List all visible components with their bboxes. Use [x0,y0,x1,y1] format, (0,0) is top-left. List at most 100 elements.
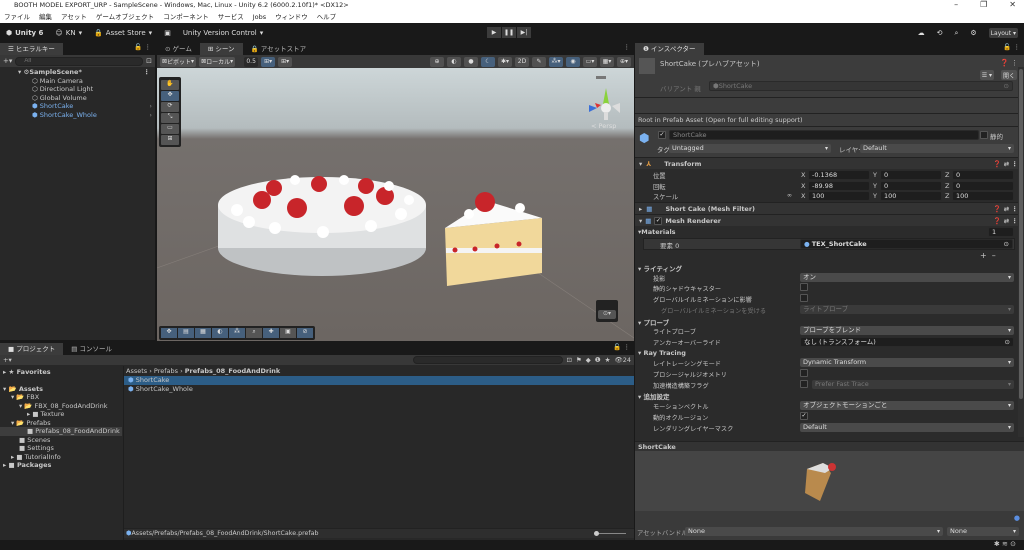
zoom-slider[interactable] [594,531,626,536]
property-dropdown[interactable]: プローブをブレンド [800,326,1014,336]
lighting-toggle[interactable]: ✎ [532,56,546,67]
menu-item[interactable]: コンポーネント [163,11,209,23]
search-filter-icon[interactable]: ⊡ [146,57,152,65]
pause-button[interactable]: ❚❚ [502,27,516,38]
rot-x-field[interactable]: -89.98 [808,180,870,191]
label-icon[interactable]: ⚑ [576,356,582,364]
tab-hierarchy[interactable]: ☰ ヒエラルキー [0,43,63,55]
overrides-dropdown[interactable]: ☰ ▾ [979,70,994,80]
search-by-type-icon[interactable]: ⊡ [567,356,572,364]
breadcrumb-prefabs[interactable]: Prefabs [154,367,178,375]
inspector-scrollbar[interactable] [1018,67,1024,437]
snap-icon[interactable]: ▦ [195,328,211,338]
rot-z-field[interactable]: 0 [952,180,1014,191]
orientation-dropdown[interactable]: ⊕▾ [617,56,631,67]
mesh-filter-header[interactable]: ▸ ▦ Short Cake (Mesh Filter) ❓ ⇄ ⋮ [635,202,1024,214]
account-button[interactable]: ☺ KN ▾ [49,29,88,37]
section-foldout[interactable]: ▾ ライティング [638,263,682,273]
close-button[interactable]: ✕ [1009,0,1016,9]
move-icon[interactable]: ✥ [161,328,177,338]
label-icon[interactable]: ● [1014,514,1020,522]
camera-icon[interactable]: ▣ [280,328,296,338]
folder-item[interactable]: ■ Prefabs_08_FoodAndDrink [0,427,122,436]
render-mode-icon[interactable]: ☾ [481,56,495,67]
property-dropdown[interactable]: Default [800,422,1014,432]
grid-snap-button[interactable]: ⊞▾ [261,56,276,67]
add-button[interactable]: +▾ [3,57,12,65]
center-icon[interactable]: ✚ [263,328,279,338]
tab-game[interactable]: ⊙ ゲーム [157,43,200,55]
materials-count[interactable]: 1 [988,227,1014,237]
search-icon[interactable]: ⌕ [954,29,958,38]
active-checkbox[interactable]: ✓ [658,131,666,139]
section-foldout[interactable]: ▾ プローブ [638,317,669,327]
hierarchy-item[interactable]: ⬡ Directional Light [0,85,155,94]
pos-z-field[interactable]: 0 [952,170,1014,180]
folder-item[interactable]: ■ Settings [0,444,122,453]
rot-y-field[interactable]: 0 [880,180,942,191]
tag-dropdown[interactable]: Untagged [669,144,831,153]
file-item[interactable]: ⬢ ShortCake [124,376,634,385]
property-checkbox[interactable] [800,283,808,292]
camera-overlay[interactable]: ⊙▾ [596,300,618,322]
pos-x-field[interactable]: -0.1368 [808,170,870,180]
status-check-icon[interactable]: ⊙ [1010,540,1016,548]
layout-dropdown[interactable]: Layout ▾ [988,28,1018,38]
scene-item[interactable]: ▾ ⚙ SampleScene* ⋮ [0,68,155,77]
hierarchy-item[interactable]: ⬢ ShortCake › [0,102,155,111]
folder-item[interactable]: ■ Scenes [0,436,122,445]
breadcrumb-assets[interactable]: Assets [126,367,147,375]
hierarchy-search-input[interactable] [15,56,144,66]
menu-item[interactable]: ファイル [4,11,30,23]
property-checkbox[interactable] [800,379,808,388]
rotate-icon[interactable]: ◐ [212,328,228,338]
effects-dropdown[interactable]: ⁂▾ [549,56,563,67]
visibility-toggle[interactable]: ◉ [566,56,580,67]
rotate-tool-icon[interactable]: ⟳ [161,102,179,112]
static-checkbox[interactable] [980,131,988,139]
shaded-wire-icon[interactable]: ◐ [447,56,461,67]
minimize-button[interactable]: – [954,0,958,9]
compass-icon[interactable]: ⊘ [297,328,313,338]
tab-project[interactable]: ■ プロジェクト [0,343,64,355]
tag-icon[interactable]: ◆ [586,356,591,364]
scene-viewport[interactable]: < Persp ✋ ✥ ⟳ ⤡ ▭ ⊞ ⊙▾ ✥ ▤ ▦ ◐ ⁂ ⌕ ✚ ▣ ⊘ [157,68,634,341]
2d-toggle[interactable]: 2D [515,56,529,67]
file-item[interactable]: ⬢ ShortCake_Whole [124,385,634,394]
folder-item[interactable]: ▾ 📂 FBX [0,393,122,402]
pos-y-field[interactable]: 0 [880,170,942,180]
history-icon[interactable]: ⟲ [937,29,943,37]
scale-z-field[interactable]: 100 [952,191,1014,201]
mesh-renderer-header[interactable]: ▾ ▦ ✓ Mesh Renderer ❓ ⇄ ⋮ [635,214,1024,226]
snap-value[interactable]: 0.5 [244,56,259,67]
create-button[interactable]: +▾ [3,356,12,364]
pivot-dropdown[interactable]: ⊠ ピボット ▾ [160,56,197,67]
menu-item[interactable]: ゲームオブジェクト [96,11,154,23]
menu-item[interactable]: サービス [218,11,244,23]
help-icon[interactable]: ❓ ⋮ [1000,59,1018,67]
local-dropdown[interactable]: ⊠ ローカル ▾ [199,56,236,67]
layers-icon[interactable]: ⁂ [229,328,245,338]
property-checkbox[interactable] [800,369,808,377]
accel-flag-dropdown[interactable]: Prefer Fast Trace [812,379,1014,389]
scale-x-field[interactable]: 100 [808,191,870,201]
tab-inspector[interactable]: ❶ インスペクター [635,43,704,55]
folder-item[interactable]: ▾ 📂 Assets [0,385,122,394]
asset-store-button[interactable]: 🔒 Asset Store ▾ [88,29,158,37]
layer-dropdown[interactable]: Default [860,144,1014,153]
version-control-button[interactable]: Unity Version Control ▾ [177,29,269,37]
increment-snap-button[interactable]: ⊞▾ [278,56,293,67]
property-dropdown[interactable]: オン [800,272,1014,282]
play-button[interactable]: ▶ [487,27,501,38]
maximize-button[interactable]: ❐ [980,0,987,9]
property-checkbox[interactable]: ✓ [800,411,808,420]
move-tool-icon[interactable]: ✥ [161,91,179,101]
preview-area[interactable] [635,451,1024,511]
cloud-icon[interactable]: ☁ [918,29,925,37]
property-dropdown[interactable]: ライトプローブ [800,304,1014,314]
menu-item[interactable]: アセット [61,11,87,23]
material-field[interactable]: ● TEX_ShortCake ⊙ [800,239,1013,249]
add-remove-material[interactable]: + – [980,251,996,260]
perspective-label[interactable]: < Persp [591,122,616,130]
project-search-input[interactable] [412,356,563,364]
